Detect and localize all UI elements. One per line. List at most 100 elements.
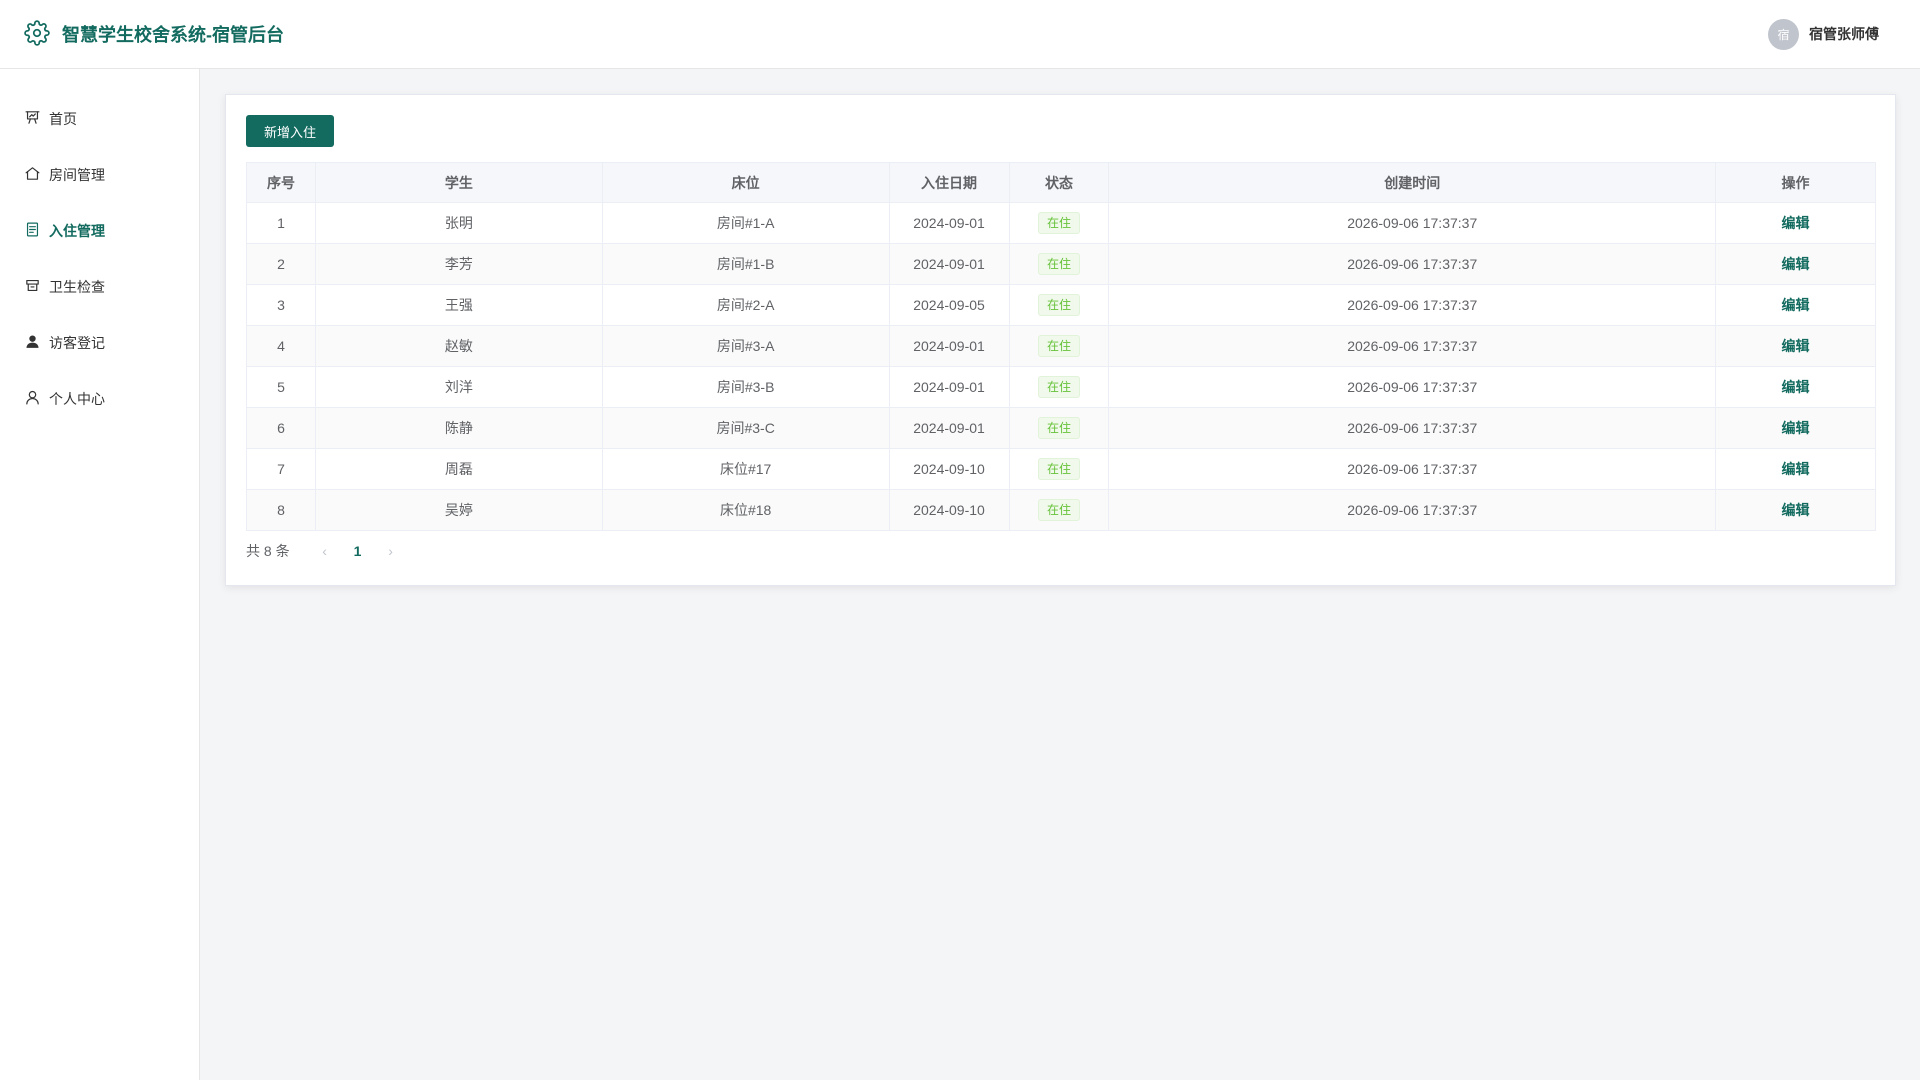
status-badge: 在住 (1037, 212, 1080, 234)
table-row: 2 李芳 房间#1-B 2024-09-01 在住 2026-09-06 17:… (246, 243, 1876, 285)
next-page-button[interactable]: › (378, 543, 404, 559)
sidebar-item-profile[interactable]: 个人中心 (0, 371, 199, 427)
cell-index: 5 (246, 366, 316, 408)
status-badge: 在住 (1037, 417, 1080, 439)
content-card: 新增入住 序号 学生 床位 入住日期 状态 创建时间 操作 1 张明 房间#1-… (225, 94, 1896, 586)
cell-student: 张明 (314, 202, 603, 244)
avatar[interactable]: 宿 (1768, 18, 1799, 50)
edit-link[interactable]: 编辑 (1782, 215, 1810, 231)
table-row: 6 陈静 房间#3-C 2024-09-01 在住 2026-09-06 17:… (246, 407, 1876, 449)
status-badge: 在住 (1037, 335, 1080, 357)
status-badge: 在住 (1037, 253, 1080, 275)
table-row: 1 张明 房间#1-A 2024-09-01 在住 2026-09-06 17:… (246, 202, 1876, 244)
sidebar-item-hygiene[interactable]: 卫生检查 (0, 259, 199, 315)
cell-date: 2024-09-10 (888, 448, 1010, 490)
edit-link[interactable]: 编辑 (1782, 297, 1810, 313)
cell-status: 在住 (1008, 202, 1110, 244)
cell-date: 2024-09-01 (888, 202, 1010, 244)
column-header: 床位 (601, 162, 890, 203)
cell-status: 在住 (1008, 407, 1110, 449)
cell-created: 2026-09-06 17:37:37 (1108, 448, 1717, 490)
document-icon (24, 221, 41, 241)
cell-action: 编辑 (1715, 366, 1876, 408)
column-header: 状态 (1008, 162, 1110, 203)
cell-student: 刘洋 (314, 366, 603, 408)
home-icon (24, 165, 41, 185)
cell-status: 在住 (1008, 243, 1110, 285)
cell-date: 2024-09-10 (888, 489, 1010, 531)
cell-bed: 床位#17 (601, 448, 890, 490)
cell-date: 2024-09-01 (888, 325, 1010, 367)
sidebar-item-label: 首页 (49, 111, 77, 127)
cell-bed: 床位#18 (601, 489, 890, 531)
cell-student: 周磊 (314, 448, 603, 490)
column-header: 序号 (246, 162, 316, 203)
cell-student: 赵敏 (314, 325, 603, 367)
edit-link[interactable]: 编辑 (1782, 420, 1810, 436)
column-header: 操作 (1715, 162, 1876, 203)
user-filled-icon (24, 333, 41, 353)
sidebar-item-checkin[interactable]: 入住管理 (0, 203, 199, 259)
cell-bed: 房间#2-A (601, 284, 890, 326)
table-row: 5 刘洋 房间#3-B 2024-09-01 在住 2026-09-06 17:… (246, 366, 1876, 408)
cell-status: 在住 (1008, 366, 1110, 408)
cell-student: 李芳 (314, 243, 603, 285)
edit-link[interactable]: 编辑 (1782, 502, 1810, 518)
table-header-row: 序号 学生 床位 入住日期 状态 创建时间 操作 (246, 162, 1876, 203)
cell-status: 在住 (1008, 325, 1110, 367)
cell-date: 2024-09-01 (888, 243, 1010, 285)
user-name[interactable]: 宿管张师傅 (1809, 24, 1879, 44)
edit-link[interactable]: 编辑 (1782, 338, 1810, 354)
edit-link[interactable]: 编辑 (1782, 461, 1810, 477)
add-checkin-button[interactable]: 新增入住 (246, 115, 334, 147)
table-row: 7 周磊 床位#17 2024-09-10 在住 2026-09-06 17:3… (246, 448, 1876, 490)
checkin-table: 序号 学生 床位 入住日期 状态 创建时间 操作 1 张明 房间#1-A 202… (246, 162, 1876, 531)
sidebar-item-rooms[interactable]: 房间管理 (0, 147, 199, 203)
cell-status: 在住 (1008, 489, 1110, 531)
edit-link[interactable]: 编辑 (1782, 379, 1810, 395)
cell-bed: 房间#1-A (601, 202, 890, 244)
sidebar-item-label: 访客登记 (49, 335, 105, 351)
sidebar-item-visitors[interactable]: 访客登记 (0, 315, 199, 371)
cell-action: 编辑 (1715, 489, 1876, 531)
cell-date: 2024-09-01 (888, 366, 1010, 408)
cell-created: 2026-09-06 17:37:37 (1108, 407, 1717, 449)
column-header: 入住日期 (888, 162, 1010, 203)
cell-index: 8 (246, 489, 316, 531)
cell-status: 在住 (1008, 284, 1110, 326)
sidebar: 首页 房间管理 入住管理 卫生检查 访客登记 个人中心 (0, 69, 200, 1080)
page-number-button[interactable]: 1 (338, 543, 378, 559)
column-header: 创建时间 (1108, 162, 1717, 203)
status-badge: 在住 (1037, 458, 1080, 480)
cell-student: 陈静 (314, 407, 603, 449)
status-badge: 在住 (1037, 499, 1080, 521)
cell-index: 2 (246, 243, 316, 285)
cell-date: 2024-09-01 (888, 407, 1010, 449)
cell-action: 编辑 (1715, 284, 1876, 326)
user-menu[interactable]: 宿 宿管张师傅 (1768, 18, 1879, 50)
cell-index: 6 (246, 407, 316, 449)
cell-created: 2026-09-06 17:37:37 (1108, 202, 1717, 244)
gear-icon (24, 19, 50, 49)
edit-link[interactable]: 编辑 (1782, 256, 1810, 272)
cell-student: 王强 (314, 284, 603, 326)
column-header: 学生 (314, 162, 603, 203)
table-row: 4 赵敏 房间#3-A 2024-09-01 在住 2026-09-06 17:… (246, 325, 1876, 367)
cell-status: 在住 (1008, 448, 1110, 490)
cell-created: 2026-09-06 17:37:37 (1108, 366, 1717, 408)
cell-action: 编辑 (1715, 407, 1876, 449)
dashboard-icon (24, 109, 41, 129)
cell-index: 1 (246, 202, 316, 244)
sidebar-item-label: 房间管理 (49, 167, 105, 183)
cell-student: 吴婷 (314, 489, 603, 531)
cell-date: 2024-09-05 (888, 284, 1010, 326)
cell-action: 编辑 (1715, 448, 1876, 490)
prev-page-button[interactable]: ‹ (312, 543, 338, 559)
brand: 智慧学生校舍系统-宿管后台 (24, 19, 284, 49)
cell-action: 编辑 (1715, 243, 1876, 285)
status-badge: 在住 (1037, 376, 1080, 398)
sidebar-item-home[interactable]: 首页 (0, 91, 199, 147)
pagination-total: 共 8 条 (246, 543, 290, 559)
table-row: 8 吴婷 床位#18 2024-09-10 在住 2026-09-06 17:3… (246, 489, 1876, 531)
cell-created: 2026-09-06 17:37:37 (1108, 284, 1717, 326)
